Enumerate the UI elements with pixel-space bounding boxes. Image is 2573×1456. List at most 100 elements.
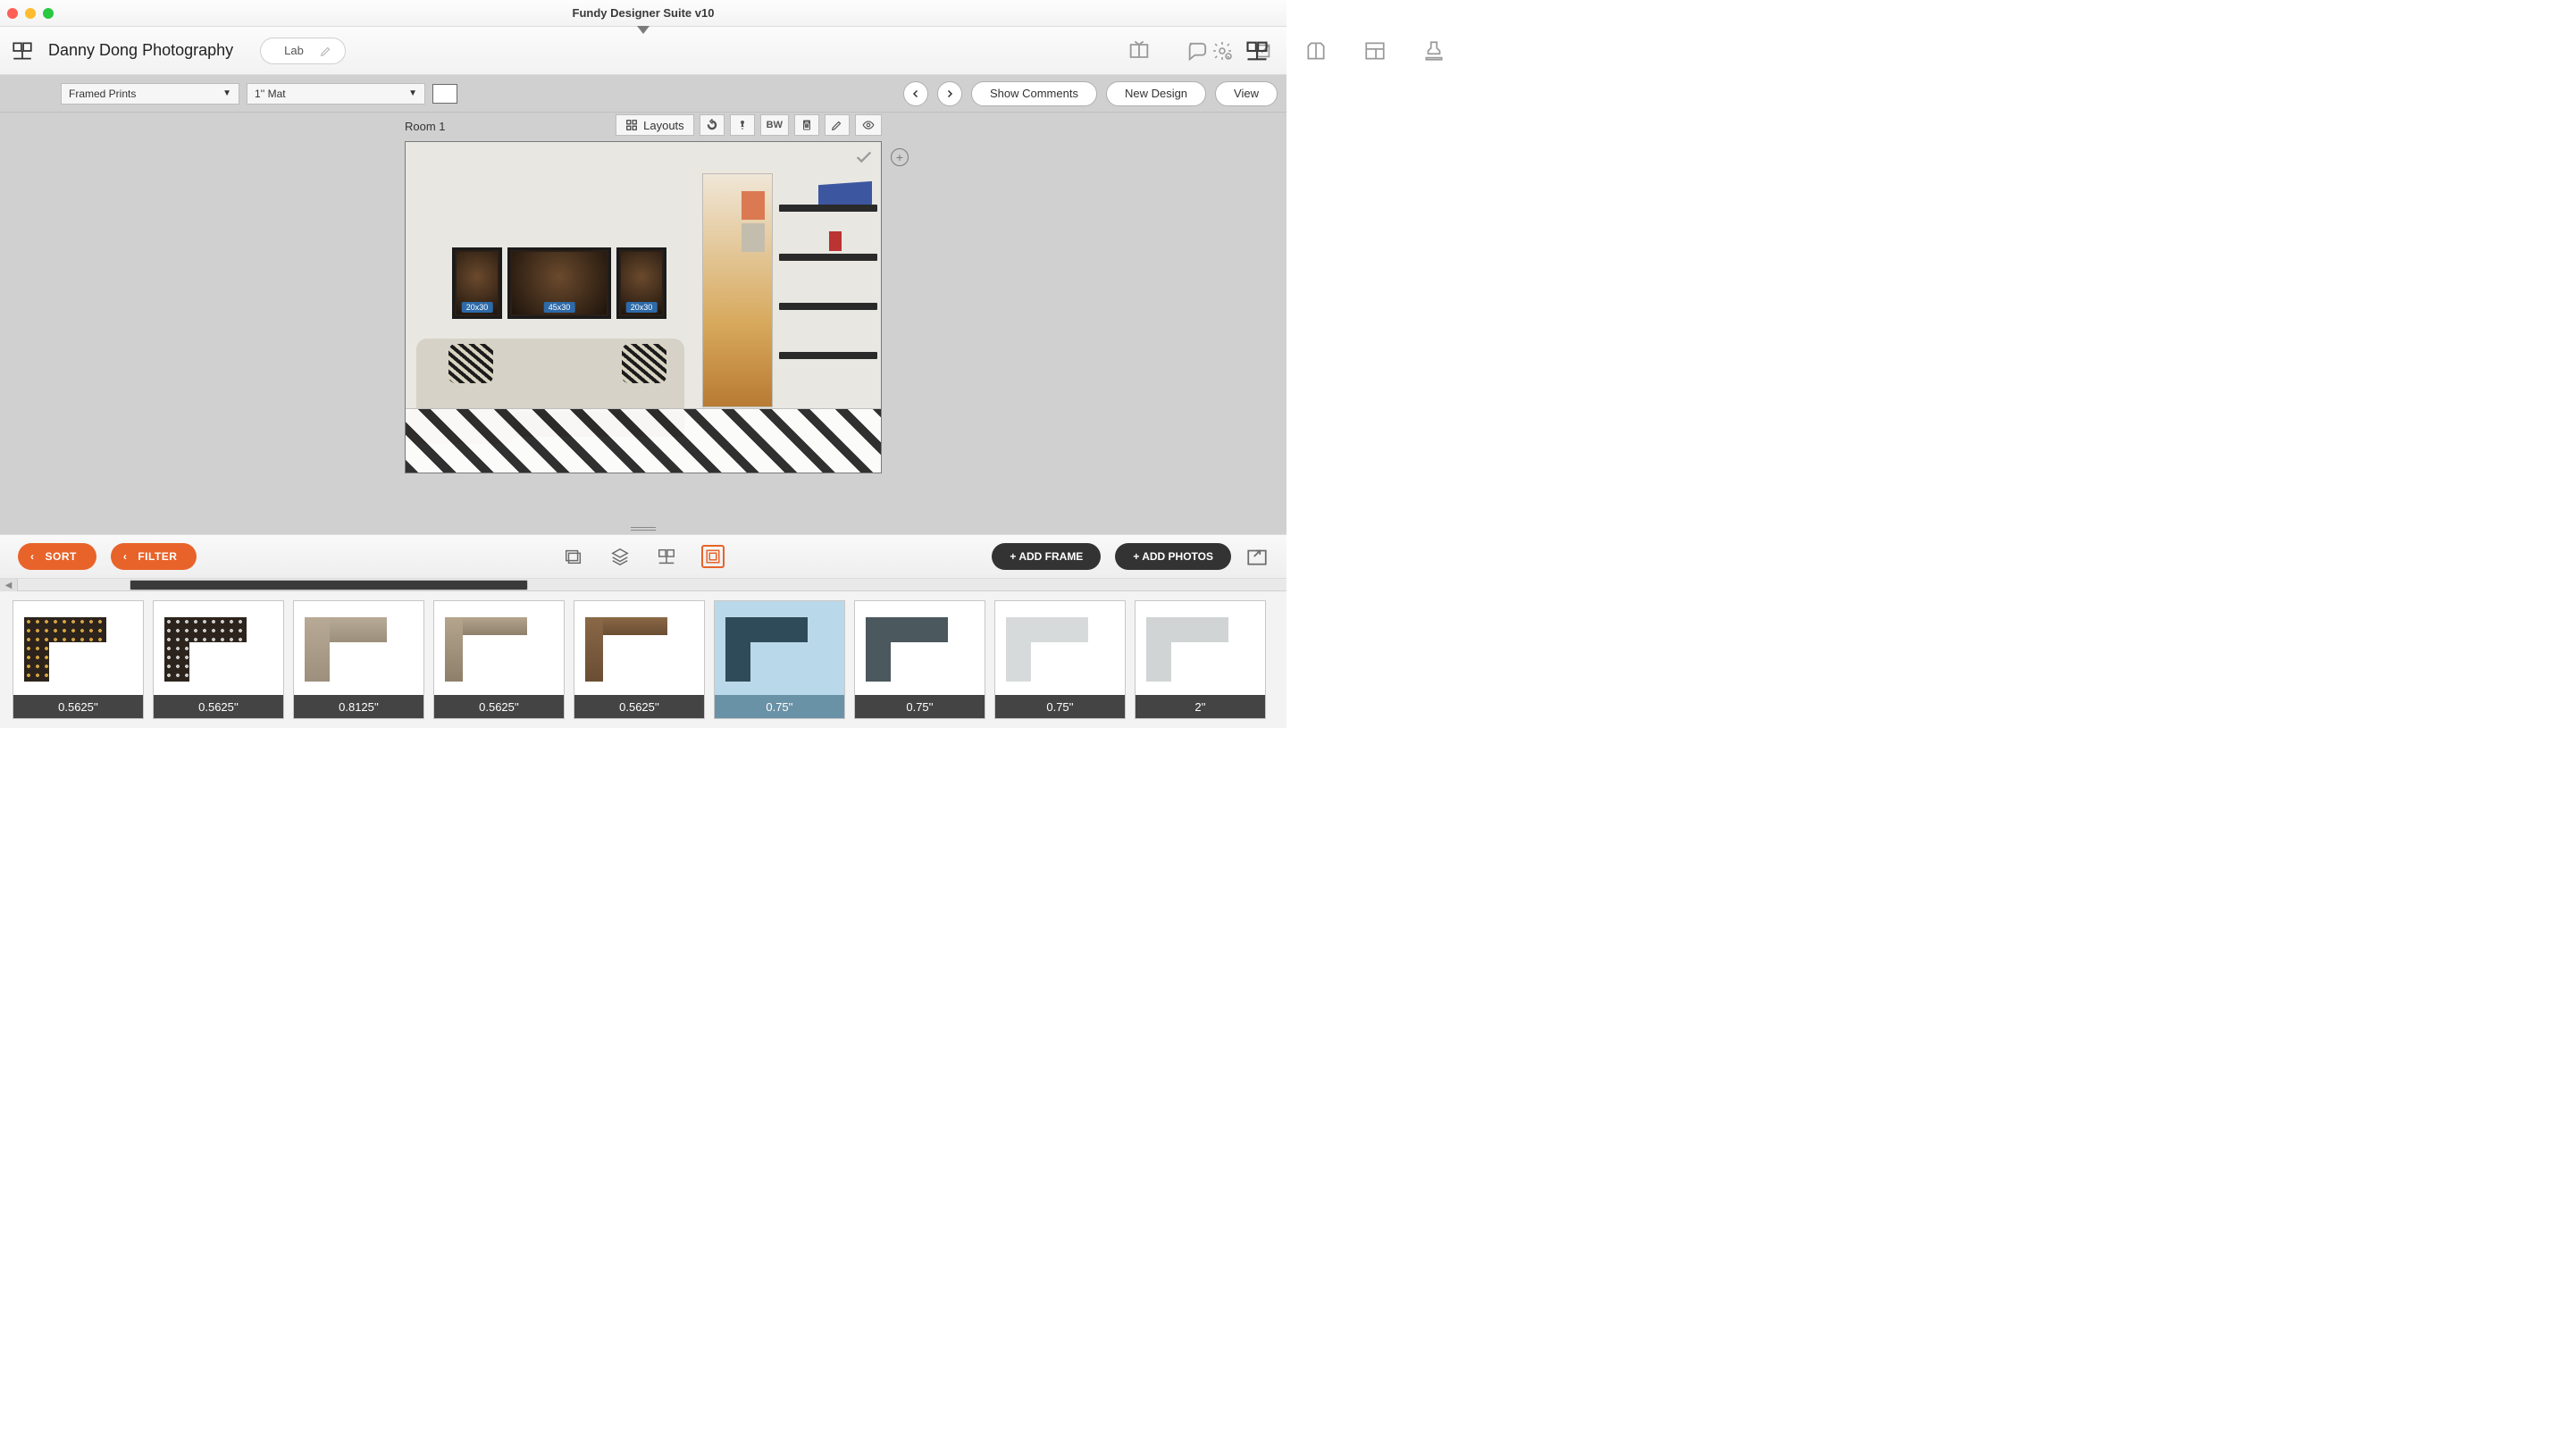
room-floor bbox=[406, 408, 881, 473]
scroll-left-arrow-icon[interactable]: ◀ bbox=[0, 579, 18, 591]
album-module-icon[interactable] bbox=[1127, 38, 1152, 63]
panel-resize-row bbox=[0, 523, 1286, 534]
prev-design-button[interactable] bbox=[903, 81, 928, 106]
layout-module-icon[interactable] bbox=[1362, 38, 1387, 63]
product-type-select[interactable]: Framed Prints ▼ bbox=[61, 83, 239, 105]
frame-thumbnail[interactable]: 0.8125'' bbox=[293, 600, 424, 719]
edit-button[interactable] bbox=[825, 114, 850, 136]
frame-thumbnail-preview bbox=[995, 601, 1125, 695]
show-comments-button[interactable]: Show Comments bbox=[971, 81, 1097, 106]
chevron-left-icon: ‹ bbox=[30, 550, 35, 563]
add-frame-button[interactable]: + ADD FRAME bbox=[992, 543, 1101, 570]
sort-label: SORT bbox=[46, 550, 77, 563]
room-label: Room 1 bbox=[405, 120, 446, 133]
wall-frames-group[interactable]: 20x30 45x30 20x30 bbox=[452, 247, 666, 319]
room-preview[interactable]: 20x30 45x30 20x30 bbox=[405, 141, 882, 473]
add-photos-label: + ADD PHOTOS bbox=[1133, 550, 1213, 563]
mat-size-select[interactable]: 1'' Mat ▼ bbox=[247, 83, 425, 105]
room-wallart bbox=[742, 191, 765, 254]
frame-thumbnail-label: 2'' bbox=[1136, 695, 1265, 718]
approve-check-icon[interactable] bbox=[854, 147, 874, 167]
wall-frame[interactable]: 45x30 bbox=[507, 247, 611, 319]
show-comments-label: Show Comments bbox=[990, 87, 1078, 100]
new-design-label: New Design bbox=[1125, 87, 1187, 100]
frame-thumbnail[interactable]: 0.5625'' bbox=[153, 600, 284, 719]
filter-button[interactable]: ‹ FILTER bbox=[111, 543, 197, 570]
frame-thumbnail-label: 0.8125'' bbox=[294, 695, 423, 718]
options-right: Show Comments New Design View bbox=[903, 81, 1278, 106]
frame-thumbnail-label: 0.5625'' bbox=[434, 695, 564, 718]
wall-frame[interactable]: 20x30 bbox=[616, 247, 666, 319]
mode-rooms-icon[interactable] bbox=[655, 545, 678, 568]
frame-thumbnail[interactable]: 0.75'' bbox=[994, 600, 1126, 719]
options-bar: Framed Prints ▼ 1'' Mat ▼ Show Comments … bbox=[0, 75, 1286, 113]
cards-module-icon[interactable] bbox=[1303, 38, 1328, 63]
scrollbar-thumb[interactable] bbox=[130, 580, 528, 590]
layouts-label: Layouts bbox=[643, 119, 684, 132]
drag-handle-icon[interactable] bbox=[631, 527, 656, 531]
layouts-button[interactable]: Layouts bbox=[616, 114, 694, 136]
frame-thumbnail[interactable]: 0.75'' bbox=[714, 600, 845, 719]
frame-thumbnail-label: 0.75'' bbox=[715, 695, 844, 718]
calculator-button[interactable] bbox=[794, 114, 819, 136]
lab-selector[interactable]: Lab bbox=[260, 38, 346, 64]
room-shelves bbox=[779, 178, 877, 410]
export-icon[interactable] bbox=[1245, 545, 1269, 568]
main-toolbar: Danny Dong Photography Lab bbox=[0, 27, 1286, 75]
rotate-button[interactable] bbox=[700, 114, 725, 136]
browser-mode-tabs bbox=[562, 545, 725, 568]
frame-size-badge: 20x30 bbox=[626, 302, 658, 313]
mode-frames-icon[interactable] bbox=[701, 545, 725, 568]
project-title: Danny Dong Photography bbox=[48, 41, 233, 60]
chat-module-icon[interactable] bbox=[1186, 38, 1211, 63]
add-frame-label: + ADD FRAME bbox=[1010, 550, 1083, 563]
chevron-down-icon: ▼ bbox=[222, 88, 231, 98]
mode-layers-icon[interactable] bbox=[608, 545, 632, 568]
thumbs-scrollbar[interactable]: ◀ bbox=[0, 579, 1286, 591]
lab-label: Lab bbox=[284, 44, 304, 57]
sort-button[interactable]: ‹ SORT bbox=[18, 543, 96, 570]
frame-thumbnail[interactable]: 0.5625'' bbox=[433, 600, 565, 719]
chevron-down-icon: ▼ bbox=[408, 88, 417, 98]
frame-thumbnail-preview bbox=[13, 601, 143, 695]
bw-toggle-button[interactable]: BW bbox=[760, 114, 789, 136]
chevron-left-icon: ‹ bbox=[123, 550, 128, 563]
add-photos-button[interactable]: + ADD PHOTOS bbox=[1115, 543, 1231, 570]
frame-thumbnail-label: 0.5625'' bbox=[154, 695, 283, 718]
frame-thumbnail-preview bbox=[154, 601, 283, 695]
view-label: View bbox=[1234, 87, 1259, 100]
bw-label: BW bbox=[767, 120, 783, 130]
active-module-marker-icon bbox=[637, 26, 650, 34]
wall-frame[interactable]: 20x30 bbox=[452, 247, 502, 319]
frame-thumbnail[interactable]: 0.75'' bbox=[854, 600, 985, 719]
view-button[interactable]: View bbox=[1215, 81, 1278, 106]
add-room-button[interactable]: + bbox=[891, 148, 909, 166]
preview-eye-button[interactable] bbox=[855, 114, 882, 136]
frame-thumbnail-preview bbox=[715, 601, 844, 695]
window-title: Fundy Designer Suite v10 bbox=[0, 6, 1286, 20]
mat-color-swatch[interactable] bbox=[432, 84, 457, 104]
frame-thumbnail-label: 0.75'' bbox=[995, 695, 1125, 718]
frame-thumbnail-label: 0.5625'' bbox=[13, 695, 143, 718]
frame-thumbnail-preview bbox=[294, 601, 423, 695]
project-icon bbox=[11, 39, 34, 63]
canvas-area: Room 1 Layouts BW bbox=[0, 113, 1286, 523]
bottom-right: + ADD FRAME + ADD PHOTOS bbox=[992, 543, 1269, 570]
product-type-value: Framed Prints bbox=[69, 88, 136, 100]
filter-label: FILTER bbox=[138, 550, 177, 563]
frame-thumbnail[interactable]: 0.5625'' bbox=[574, 600, 705, 719]
wall-art-module-icon[interactable] bbox=[1245, 38, 1270, 63]
frame-thumbnail[interactable]: 2'' bbox=[1135, 600, 1266, 719]
pin-button[interactable] bbox=[730, 114, 755, 136]
new-design-button[interactable]: New Design bbox=[1106, 81, 1206, 106]
frame-thumbnail[interactable]: 0.5625'' bbox=[13, 600, 144, 719]
mode-images-icon[interactable] bbox=[562, 545, 585, 568]
stamp-module-icon[interactable] bbox=[1421, 38, 1446, 63]
bottom-bar: ‹ SORT ‹ FILTER + ADD FRAME + ADD PHOTOS bbox=[0, 534, 1286, 579]
room-toolbar: Layouts BW bbox=[616, 114, 882, 136]
frame-thumbnail-preview bbox=[434, 601, 564, 695]
frame-thumbnail-label: 0.75'' bbox=[855, 695, 985, 718]
frame-size-badge: 45x30 bbox=[544, 302, 575, 313]
frames-thumbnail-strip: 0.5625'' 0.5625'' 0.8125'' 0.5625'' 0.5625''… bbox=[0, 591, 1286, 728]
next-design-button[interactable] bbox=[937, 81, 962, 106]
